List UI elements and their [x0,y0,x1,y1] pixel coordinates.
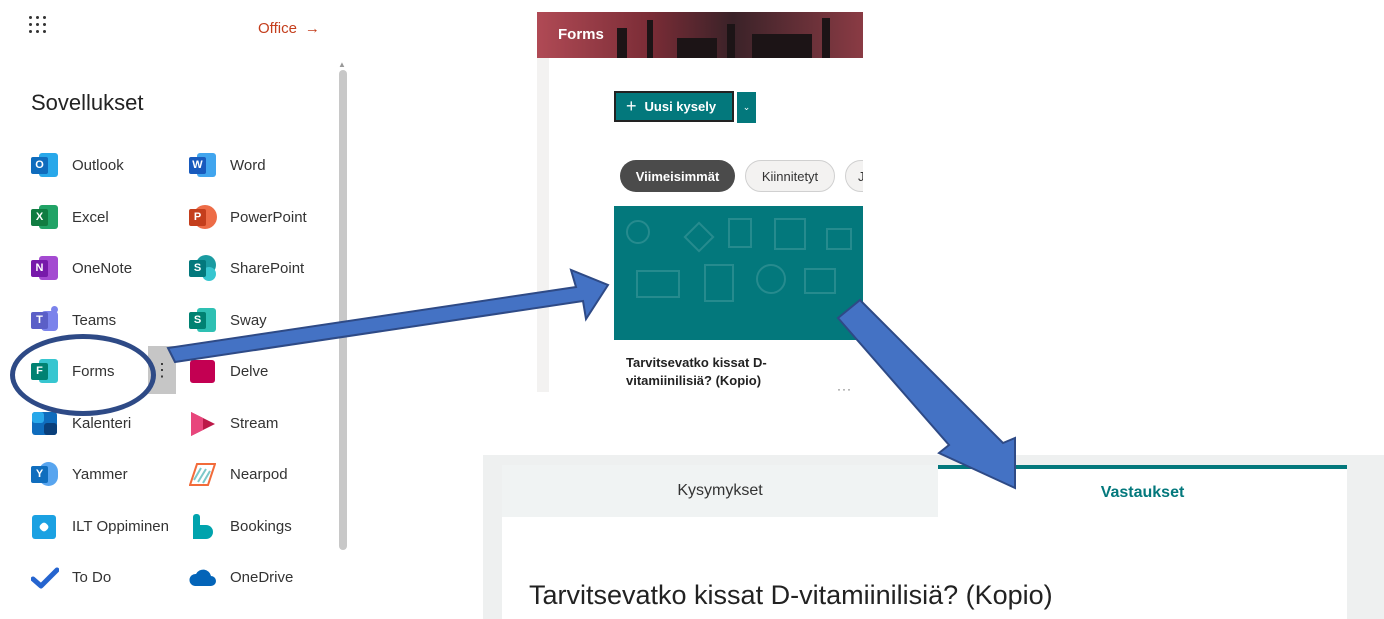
tab-recent[interactable]: Viimeisimmät [620,160,735,192]
learning-icon [31,513,58,540]
form-tabs: Kysymykset Vastaukset [502,465,1347,517]
forms-highlight-circle [10,334,156,416]
app-powerpoint[interactable]: P PowerPoint [189,202,307,232]
app-bookings[interactable]: Bookings [189,511,292,541]
tab-pinned[interactable]: Kiinnitetyt [745,160,835,192]
launcher-scrollbar[interactable] [339,70,347,550]
app-label: Stream [230,414,279,432]
app-ilt-oppiminen[interactable]: ILT Oppiminen [31,511,169,541]
app-todo[interactable]: To Do [30,562,112,592]
plus-icon: + [626,96,637,116]
tab-questions[interactable]: Kysymykset [502,465,938,517]
nearpod-icon [188,461,217,488]
sway-icon: S [189,307,216,334]
chevron-down-icon: ⌄ [742,102,751,112]
app-launcher-icon[interactable] [29,16,47,34]
app-launcher: Office → ▲ Sovellukset O Outlook X Excel … [0,0,350,619]
app-sharepoint[interactable]: S SharePoint [189,253,304,283]
form-panel: Tarvitsevatko kissat D-vitamiinilisiä? (… [502,517,1347,619]
onedrive-cloud-icon [189,564,216,591]
yammer-icon: Y [31,461,58,488]
stream-icon [189,410,216,437]
delve-icon [189,358,216,385]
app-label: Yammer [72,465,128,483]
sharepoint-icon: S [189,254,216,282]
app-label: Excel [72,208,109,226]
form-card[interactable]: Tarvitsevatko kissat D-vitamiinilisiä? (… [614,206,863,392]
app-label: Nearpod [230,465,288,483]
form-editor-screenshot: Kysymykset Vastaukset Tarvitsevatko kiss… [483,455,1384,619]
app-label: Delve [230,362,269,380]
form-card-thumbnail [614,206,863,340]
excel-icon: X [31,204,58,231]
app-label: OneDrive [230,568,294,586]
app-label: SharePoint [230,259,305,277]
app-yammer[interactable]: Y Yammer [31,459,128,489]
forms-header-title[interactable]: Forms [558,26,604,43]
word-icon: W [189,152,216,179]
onenote-icon: N [31,255,58,282]
form-card-title: Tarvitsevatko kissat D-vitamiinilisiä? (… [626,355,767,388]
app-label: Outlook [72,156,124,174]
powerpoint-icon: P [189,204,217,231]
outlook-icon: O [31,152,58,179]
bookings-icon [189,513,216,540]
app-stream[interactable]: Stream [189,408,278,438]
app-label: To Do [72,568,112,586]
app-label: PowerPoint [230,208,307,226]
app-label: Bookings [230,517,292,535]
app-sway[interactable]: S Sway [189,305,267,335]
app-outlook[interactable]: O Outlook [31,150,124,180]
forms-header-banner: Forms [537,12,863,58]
scroll-up-icon[interactable]: ▲ [338,60,346,69]
launcher-title: Sovellukset [31,90,144,115]
app-onenote[interactable]: N OneNote [31,253,132,283]
office-link-label: Office [258,20,297,37]
app-label: OneNote [72,259,133,277]
app-label: Sway [230,311,267,329]
calendar-icon [31,410,58,437]
forms-home-screenshot: Forms + Uusi kysely ⌄ Viimeisimmät Kiinn… [537,12,863,392]
app-teams[interactable]: T Teams [31,305,116,335]
form-title: Tarvitsevatko kissat D-vitamiinilisiä? (… [529,580,1053,610]
office-link[interactable]: Office → [258,20,320,37]
app-excel[interactable]: X Excel [31,202,109,232]
teams-icon: T [31,305,58,334]
new-form-button[interactable]: + Uusi kysely [614,91,734,122]
app-delve[interactable]: Delve [189,356,268,386]
app-label: Word [230,156,266,174]
app-word[interactable]: W Word [189,150,266,180]
app-label: Teams [72,311,117,329]
more-icon[interactable]: ··· [837,382,852,392]
new-form-label: Uusi kysely [644,99,717,114]
app-nearpod[interactable]: Nearpod [188,459,288,489]
app-label: Kalenteri [72,414,132,432]
app-onedrive[interactable]: OneDrive [189,562,293,592]
arrow-right-icon: → [304,20,320,37]
new-form-dropdown[interactable]: ⌄ [737,92,756,123]
todo-check-icon [30,564,60,591]
tab-responses[interactable]: Vastaukset [938,465,1347,517]
app-label: ILT Oppiminen [72,517,169,535]
